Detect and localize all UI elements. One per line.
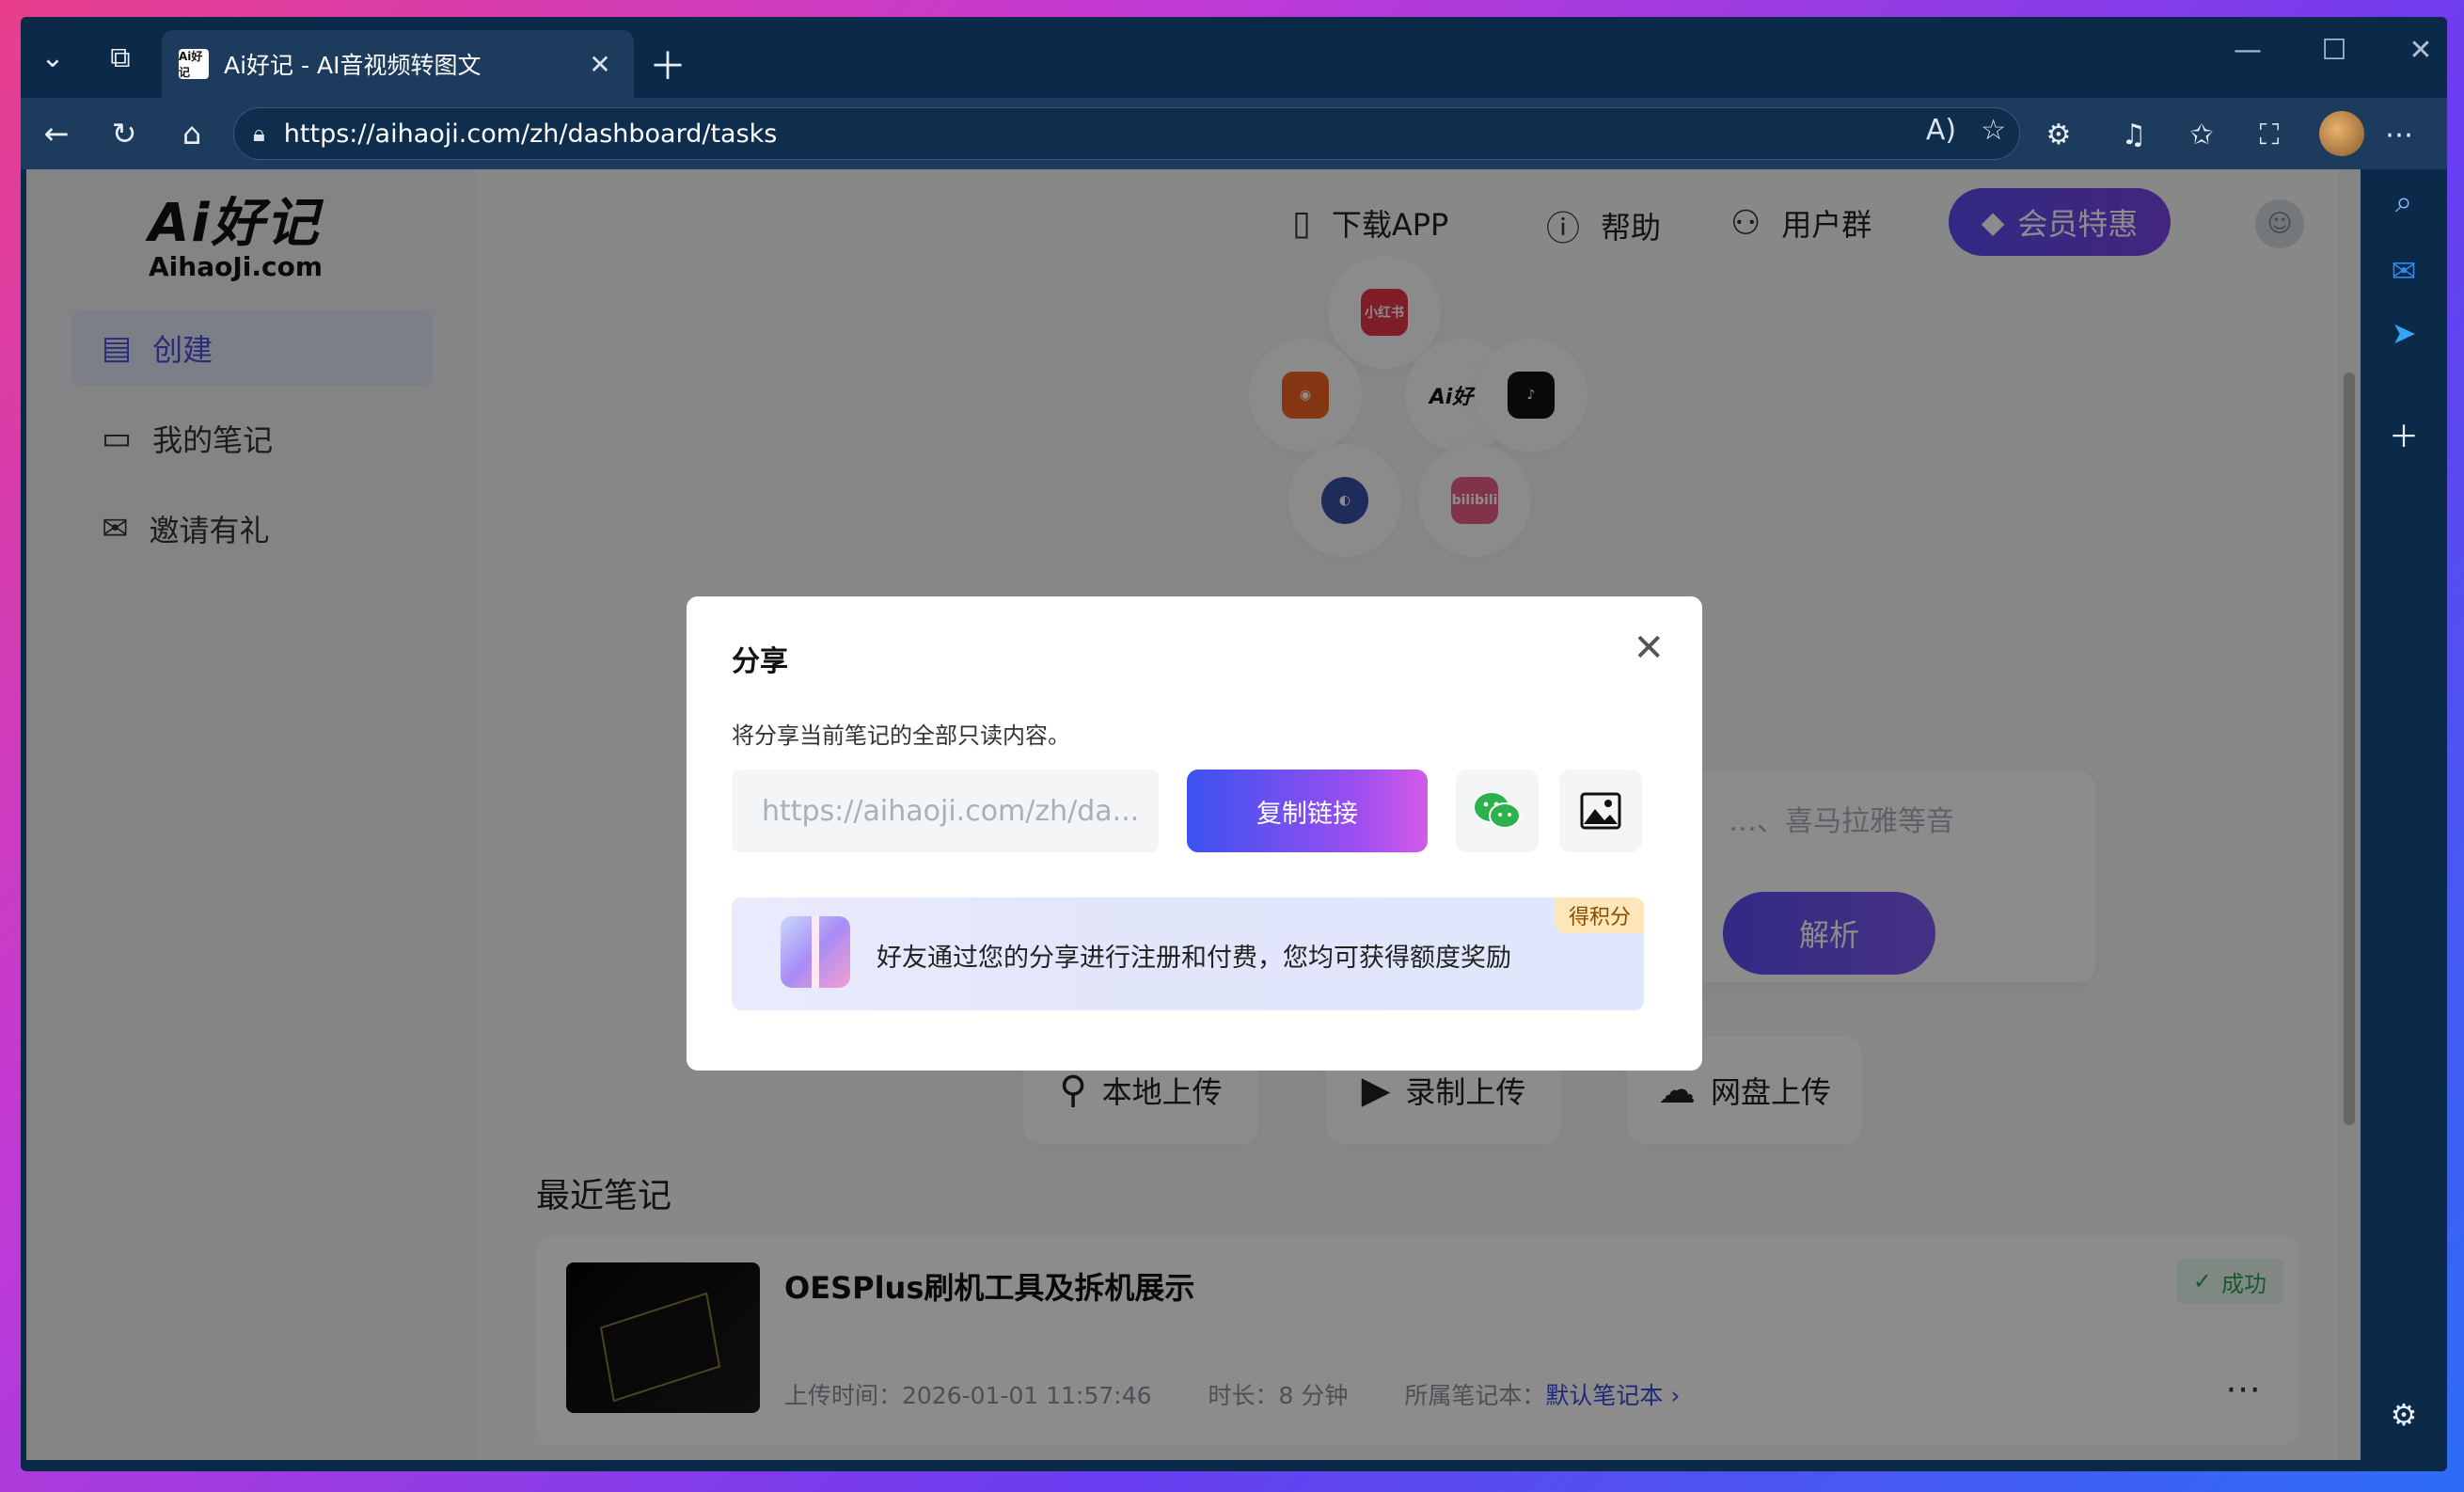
tab-close-icon[interactable]: ✕ [583, 49, 617, 80]
tab-active[interactable]: Ai好记 Ai好记 - AI音视频转图文 ✕ [162, 30, 634, 98]
new-tab-plus-icon[interactable]: ＋ [649, 36, 687, 90]
add-sidebar-app-icon[interactable]: ＋ [2381, 412, 2426, 457]
more-menu-icon[interactable]: ⋯ [2376, 111, 2423, 158]
outlook-icon[interactable]: ✉ [2381, 248, 2426, 294]
edge-sidebar: ⌕ ✉ ➤ ＋ ⚙ [2361, 169, 2447, 1471]
telegram-icon[interactable]: ➤ [2381, 310, 2426, 356]
tab-actions-chevron-icon[interactable]: ⌄ [28, 34, 77, 81]
address-url: https://aihaoji.com/zh/dashboard/tasks [283, 119, 778, 149]
copy-link-button[interactable]: 复制链接 [1187, 770, 1428, 852]
image-icon [1580, 792, 1621, 830]
wechat-icon [1475, 793, 1521, 829]
page-viewport: Ai好记 AihaoJi.com ▤ 创建 ▭ 我的笔记 ✉ 邀请有礼 ▯ 下载… [26, 169, 2361, 1460]
share-link-field[interactable]: https://aihaoji.com/zh/da... [732, 770, 1159, 852]
reward-badge: 得积分 [1555, 897, 1644, 933]
search-icon[interactable]: ⌕ [2381, 179, 2426, 224]
workspaces-icon[interactable]: ⧉ [96, 34, 145, 81]
wechat-share-button[interactable] [1456, 770, 1539, 852]
tab-title: Ai好记 - AI音视频转图文 [224, 52, 482, 79]
minimize-icon[interactable]: — [2219, 34, 2276, 67]
back-arrow-icon[interactable]: ← [34, 111, 79, 156]
maximize-icon[interactable]: ☐ [2306, 34, 2362, 67]
browser-window: ⌄ ⧉ Ai好记 Ai好记 - AI音视频转图文 ✕ ＋ — ☐ ✕ ← ↻ ⌂… [21, 17, 2447, 1471]
media-control-icon[interactable]: ♫ [2110, 111, 2157, 158]
reward-text: 好友通过您的分享进行注册和付费，您均可获得额度奖励 [877, 944, 1511, 973]
window-close-icon[interactable]: ✕ [2393, 34, 2447, 67]
modal-description: 将分享当前笔记的全部只读内容。 [732, 722, 1070, 749]
home-icon[interactable]: ⌂ [169, 111, 214, 156]
share-modal: 分享 ✕ 将分享当前笔记的全部只读内容。 https://aihaoji.com… [687, 596, 1702, 1071]
extensions-puzzle-icon[interactable]: ⚙ [2035, 111, 2082, 158]
profile-avatar[interactable] [2319, 111, 2364, 156]
favorite-star-icon[interactable]: ☆ [1981, 114, 2006, 147]
screenshot-icon[interactable]: ⛶ [2246, 111, 2293, 158]
gift-icon [781, 916, 850, 988]
site-favicon-icon: Ai好记 [179, 49, 209, 79]
reward-banner: 好友通过您的分享进行注册和付费，您均可获得额度奖励 得积分 [732, 897, 1644, 1010]
address-bar[interactable]: 🔒︎ https://aihaoji.com/zh/dashboard/task… [233, 107, 2020, 160]
image-share-button[interactable] [1559, 770, 1642, 852]
refresh-icon[interactable]: ↻ [102, 111, 147, 156]
address-bar-row: ← ↻ ⌂ 🔒︎ https://aihaoji.com/zh/dashboar… [21, 98, 2447, 169]
lock-icon: 🔒︎ [253, 120, 265, 147]
close-icon[interactable]: ✕ [1633, 627, 1665, 670]
favorites-list-icon[interactable]: ✩ [2178, 111, 2225, 158]
tab-bar: ⌄ ⧉ Ai好记 Ai好记 - AI音视频转图文 ✕ ＋ — ☐ ✕ [21, 17, 2447, 98]
modal-title: 分享 [732, 645, 788, 678]
read-aloud-icon[interactable]: A) [1926, 114, 1956, 147]
sidebar-settings-gear-icon[interactable]: ⚙ [2381, 1392, 2426, 1437]
